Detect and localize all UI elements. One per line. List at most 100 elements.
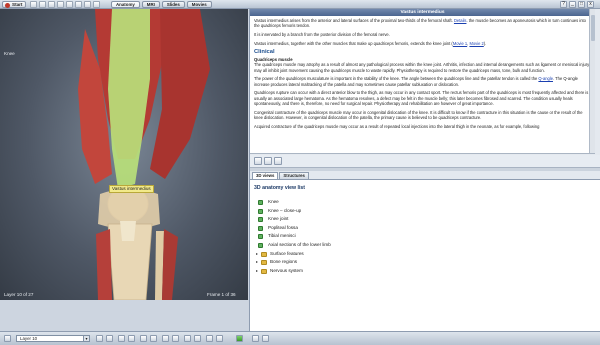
layer-up-icon[interactable] [96,335,103,342]
structure-label[interactable]: Vastus intermedius [109,185,154,193]
movie-1-link[interactable]: Movie 1 [453,41,467,46]
article-panel: Vastus intermedius Vastus intermedius ar… [250,9,595,154]
paragraph-innervation: It is innervated by a branch from the po… [254,32,390,37]
list-item[interactable]: Popliteal fossa [256,224,331,233]
tab-mri[interactable]: MRI [141,1,160,8]
home-icon[interactable] [30,1,37,8]
fullscreen-icon[interactable] [216,335,223,342]
forward-icon[interactable] [48,1,55,8]
zoom-in-icon[interactable] [140,335,147,342]
folder-item[interactable]: ▸ Bone regions [256,258,331,267]
q-angle-link[interactable]: Q-angle [538,76,553,81]
item-label: Knee – close-up [268,207,302,213]
pan-icon[interactable] [162,335,169,342]
chevron-down-icon[interactable]: ▾ [83,336,89,341]
bookmark-icon[interactable] [66,1,73,8]
minimize-button[interactable]: _ [569,1,576,8]
knee-model [78,9,210,300]
view-list-panel: 3D anatomy view list Knee Knee – close-u… [250,179,600,331]
list-item[interactable]: Axial sections of the lower limb [256,241,331,250]
expand-arrow-icon[interactable]: ▸ [256,250,260,259]
zoom-icon[interactable] [93,1,100,8]
print-article-icon[interactable] [264,157,272,165]
checkbox-icon [258,200,263,205]
list-item[interactable]: Knee – close-up [256,207,331,216]
rotate-right-icon[interactable] [128,335,135,342]
layer-select[interactable]: Layer 10 ▾ [16,335,90,342]
layer-counter: Layer 10 of 27 [4,292,34,297]
tab-3d-views[interactable]: 3D views [252,172,279,179]
list-item[interactable]: Knee [256,198,331,207]
maximize-button[interactable]: □ [578,1,585,8]
export-icon[interactable] [262,335,269,342]
article-tools [250,155,600,167]
label-toggle-icon[interactable] [184,335,191,342]
tab-anatomy[interactable]: Anatomy [111,1,140,8]
info-icon[interactable] [84,1,91,8]
copy-icon[interactable] [274,157,282,165]
main-tabs: Anatomy MRI Slides Movies [111,1,212,8]
layers-icon[interactable] [4,335,11,342]
zoom-out-icon[interactable] [150,335,157,342]
peroneus [162,229,178,300]
layer-down-icon[interactable] [106,335,113,342]
start-icon [5,3,10,8]
folder-icon [261,260,267,266]
help-button[interactable]: ? [560,1,567,8]
pane-splitter[interactable] [250,167,600,171]
paragraph-action: Vastus intermedius, together with the ot… [254,41,591,46]
view-tree: Knee Knee – close-up Knee joint Poplitea… [256,198,331,275]
lower-tabs: 3D views Structures [250,172,600,179]
tab-structures[interactable]: Structures [279,172,309,179]
folder-item[interactable]: ▸ Nervous system [256,267,331,276]
paragraph-congenital: Congenital contracture of the quadriceps… [254,109,583,120]
article-title: Vastus intermedius [250,9,595,16]
checkbox-icon [258,217,263,223]
expand-arrow-icon[interactable]: ▸ [256,267,260,276]
item-label: Knee [268,199,279,204]
paragraph-rupture: Quadriceps rupture can occur with a dire… [254,90,589,106]
start-label: Start [12,2,23,7]
close-button[interactable]: x [587,1,594,8]
start-button[interactable]: Start [2,1,27,8]
checkbox-icon [258,242,263,248]
list-item[interactable]: Knee joint [256,215,331,224]
tab-slides[interactable]: Slides [161,1,185,8]
folder-icon [261,268,267,274]
paragraph-acquired: Acquired contracture of the quadriceps m… [254,123,540,129]
paragraph-q-angle: The power of the quadriceps musculature … [254,76,591,86]
font-size-icon[interactable] [254,157,262,165]
p3-text: Vastus intermedius, together with the ot… [254,40,453,46]
paragraph-origin: Vastus intermedius arises from the anter… [254,18,591,28]
bottom-toolbar: Layer 10 ▾ [0,331,600,345]
item-label: Axial sections of the lower limb [268,241,331,247]
3d-viewer[interactable]: Knee Vastus intermedius Layer 10 of 27 F… [0,9,248,300]
status-green-icon[interactable] [236,335,243,342]
folder-item[interactable]: ▸ Surface features [256,250,331,259]
folder-icon [261,251,267,257]
back-icon[interactable] [39,1,46,8]
print-icon[interactable] [57,1,64,8]
checkbox-icon [258,208,263,214]
article-scrollbar[interactable] [589,9,595,153]
rotate-left-icon[interactable] [118,335,125,342]
list-item[interactable]: Tibial menisci [256,232,331,241]
movie-2-link[interactable]: Movie 2 [469,41,483,46]
screenshot-icon[interactable] [206,335,213,342]
checkbox-icon [258,225,263,231]
top-toolbar: Start Anatomy MRI Slides Movies ? _ □ x [0,0,600,9]
p3-end: ). [483,40,487,46]
expand-arrow-icon[interactable]: ▸ [256,258,260,267]
view-name: Knee [4,51,15,56]
scroll-thumb[interactable] [591,15,595,41]
frame-counter: Frame 1 of 36 [207,292,236,297]
settings-icon[interactable] [75,1,82,8]
details-link[interactable]: Details [454,18,467,23]
folder-label: Bone regions [270,259,298,265]
reset-view-icon[interactable] [172,335,179,342]
tab-movies[interactable]: Movies [186,1,212,8]
sync-icon[interactable] [252,335,259,342]
play-icon[interactable] [194,335,201,342]
vastus-intermedius-highlight [108,9,150,189]
folder-label: Surface features [270,250,304,256]
